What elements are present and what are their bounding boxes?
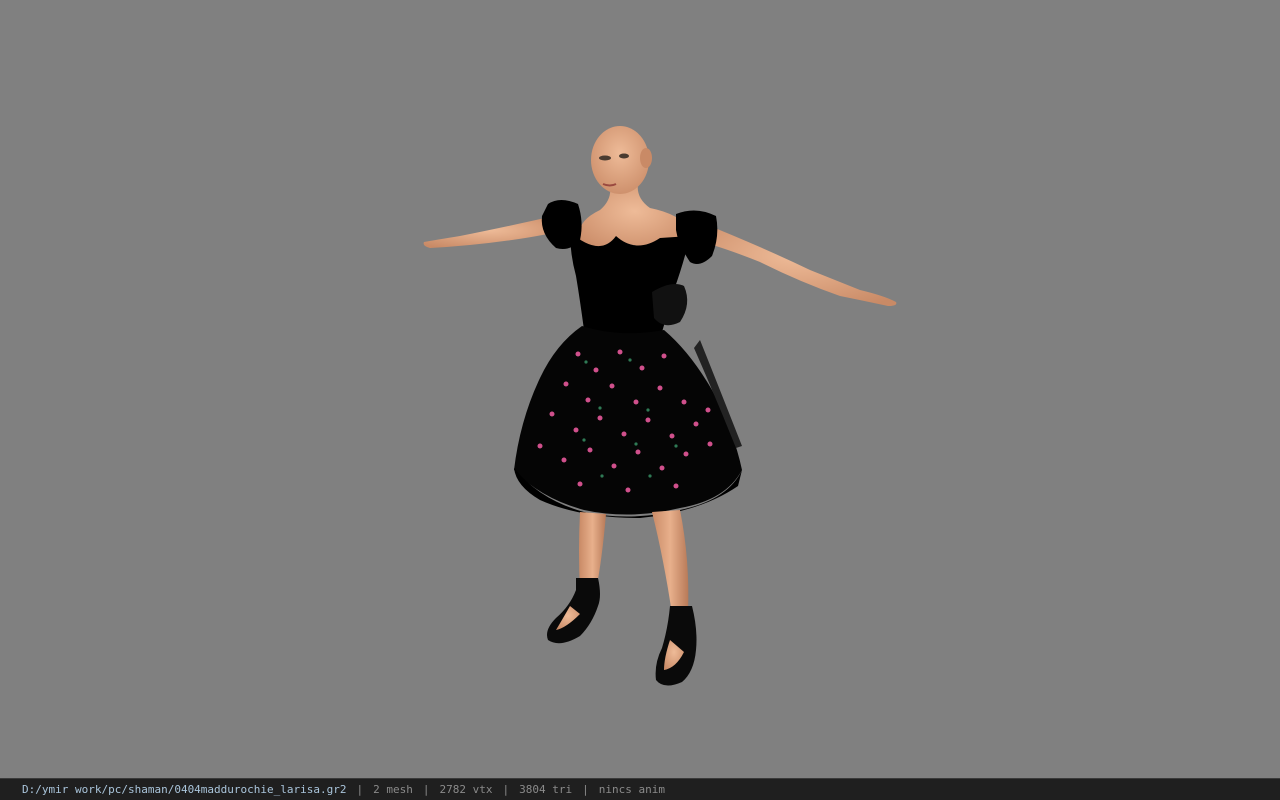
left-arm — [423, 218, 556, 248]
character-model — [423, 126, 897, 686]
right-arm — [694, 222, 897, 306]
separator: | — [502, 783, 510, 796]
file-path-label: D:/ymir work/pc/shaman/0404maddurochie_l… — [22, 783, 347, 796]
3d-viewport[interactable] — [0, 0, 1280, 778]
skirt — [514, 326, 742, 515]
mesh-count-label: 2 mesh — [373, 783, 413, 796]
separator: | — [582, 783, 589, 796]
right-eye — [619, 153, 629, 159]
anim-status-label: nincs anim — [598, 783, 665, 796]
separator: | — [356, 783, 364, 796]
vertex-count-label: 2782 vtx — [439, 783, 493, 796]
ear — [640, 148, 652, 168]
bow — [652, 284, 688, 326]
separator: | — [422, 783, 430, 796]
status-bar: D:/ymir work/pc/shaman/0404maddurochie_l… — [0, 778, 1280, 800]
right-leg — [652, 510, 689, 614]
left-eye — [599, 155, 611, 161]
triangle-count-label: 3804 tri — [519, 783, 573, 796]
